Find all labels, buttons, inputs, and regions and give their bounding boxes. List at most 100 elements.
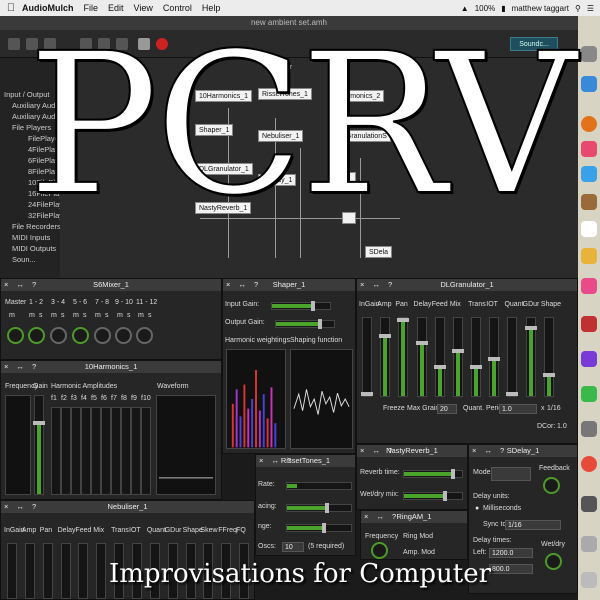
ring-mod-option[interactable]: Ring Mod (403, 533, 433, 540)
mute-label[interactable]: m (117, 312, 123, 319)
range-slider[interactable] (286, 523, 352, 533)
app-icon[interactable] (581, 421, 597, 437)
channel-knob[interactable] (94, 327, 111, 344)
solo-label[interactable]: s (83, 312, 87, 319)
solo-label[interactable]: s (105, 312, 109, 319)
mute-label[interactable]: m (9, 312, 15, 319)
ringam-title: RingAM_1 (396, 512, 432, 521)
amp-mod-option[interactable]: Amp. Mod (403, 549, 435, 556)
delay-times-label: Delay times: (473, 537, 512, 544)
dlg-fader[interactable] (506, 317, 519, 397)
folder-icon[interactable] (581, 536, 597, 552)
harmonic-weightings-display[interactable] (226, 349, 286, 449)
channel-knob[interactable] (50, 327, 67, 344)
harmonic-label: f3 (71, 395, 77, 402)
app-icon[interactable] (581, 278, 597, 294)
nebuliser-title: Nebuliser_1 (107, 502, 148, 511)
output-gain-slider[interactable] (275, 319, 335, 329)
dcor-label: DCor: (537, 423, 556, 430)
dlg-fader[interactable] (451, 317, 464, 397)
dlg-fader[interactable] (488, 317, 501, 397)
nastyreverb-title: NastyReverb_1 (386, 446, 438, 455)
nebuliser-header: × ↔ ? Nebuliser_1 (1, 501, 254, 513)
harmonic-fader[interactable] (81, 407, 91, 495)
harmonic-fader[interactable] (101, 407, 111, 495)
dlg-fader[interactable] (415, 317, 428, 397)
reverb-time-slider[interactable] (403, 469, 463, 479)
harmonic-fader[interactable] (121, 407, 131, 495)
x-label: x (541, 405, 545, 412)
dlg-fader[interactable] (397, 317, 410, 397)
dlg-fader[interactable] (433, 317, 446, 397)
wet-dry-label: Wet/dry (541, 541, 565, 548)
mode-select[interactable] (491, 467, 531, 481)
max-grains-field[interactable]: 20 (437, 404, 457, 414)
nebuliser-column-label: IOT (129, 527, 141, 534)
channel-knob[interactable] (115, 327, 132, 344)
shaping-function-display[interactable] (290, 349, 353, 449)
solo-label[interactable]: s (39, 312, 43, 319)
master-knob[interactable] (7, 327, 24, 344)
ringam-header: × ↔ ? RingAM_1 (361, 511, 467, 523)
dlg-fader[interactable] (470, 317, 483, 397)
mute-label[interactable]: m (95, 312, 101, 319)
channel-knob[interactable] (28, 327, 45, 344)
harmonic-fader[interactable] (111, 407, 121, 495)
dlg-fader[interactable] (524, 317, 537, 397)
radio-icon[interactable]: ● (475, 505, 479, 512)
dlg-fader[interactable] (379, 317, 392, 397)
channel-knob[interactable] (136, 327, 153, 344)
dlg-fader[interactable] (542, 317, 555, 397)
oscs-label: Oscs: (258, 543, 276, 550)
channel-5-6: 5 - 6 (73, 299, 88, 306)
harmonic-fader[interactable] (91, 407, 101, 495)
mute-label[interactable]: m (29, 312, 35, 319)
harmonic-fader[interactable] (61, 407, 71, 495)
harmonic-weightings-label: Harmonic weightings (225, 337, 290, 344)
tree-item[interactable]: Soun... (4, 255, 60, 266)
dlg-fader[interactable] (361, 317, 373, 397)
sdelay-header: × ↔ ? SDelay_1 (469, 445, 577, 457)
dlg-column-label: Mix (449, 301, 461, 308)
solo-label[interactable]: s (148, 312, 152, 319)
milliseconds-option[interactable]: Milliseconds (483, 505, 521, 512)
app-icon[interactable] (581, 316, 597, 332)
app-icon[interactable] (581, 386, 597, 402)
dlg-column-label: Feed (431, 301, 448, 308)
harmonic-fader[interactable] (51, 407, 61, 495)
photos-icon[interactable] (581, 248, 597, 264)
feedback-knob[interactable] (543, 477, 560, 494)
dlg-column-label: IOT (486, 301, 498, 308)
rate-slider[interactable] (286, 482, 352, 490)
mute-label[interactable]: m (138, 312, 144, 319)
quant-period-field[interactable]: 1.0 (499, 404, 537, 414)
harmonic-label: f10 (141, 395, 151, 402)
app-icon[interactable] (581, 496, 597, 512)
ringam-panel: × ↔ ? RingAM_1 Frequency Ring Mod Amp. M… (360, 510, 468, 560)
spacing-slider[interactable] (286, 503, 352, 513)
range-label: nge: (258, 523, 272, 530)
waveform-display (156, 395, 216, 495)
wet-dry-slider[interactable] (403, 491, 463, 501)
mute-label[interactable]: m (73, 312, 79, 319)
oscs-field[interactable]: 10 (282, 542, 304, 552)
freeze-label[interactable]: Freeze (383, 405, 405, 412)
node-sdelay-2[interactable]: SDela (365, 246, 393, 258)
gain-fader[interactable] (33, 395, 45, 495)
app-icon[interactable] (581, 351, 597, 367)
tree-item[interactable]: MIDI Outputs (4, 244, 60, 255)
harmonic-label: f5 (91, 395, 97, 402)
harmonic-fader[interactable] (71, 407, 81, 495)
sync-to-select[interactable]: 1/16 (505, 520, 561, 530)
harmonic-fader[interactable] (141, 407, 151, 495)
input-gain-slider[interactable] (271, 301, 331, 311)
solo-label[interactable]: s (127, 312, 131, 319)
mute-label[interactable]: m (51, 312, 57, 319)
dlg-column-label: Pan (395, 301, 408, 308)
frequency-control[interactable] (5, 395, 31, 495)
harmonic-fader[interactable] (131, 407, 141, 495)
channel-knob[interactable] (72, 327, 89, 344)
solo-label[interactable]: s (61, 312, 65, 319)
chrome-icon[interactable] (581, 456, 597, 472)
shaper-title: Shaper_1 (272, 280, 306, 289)
